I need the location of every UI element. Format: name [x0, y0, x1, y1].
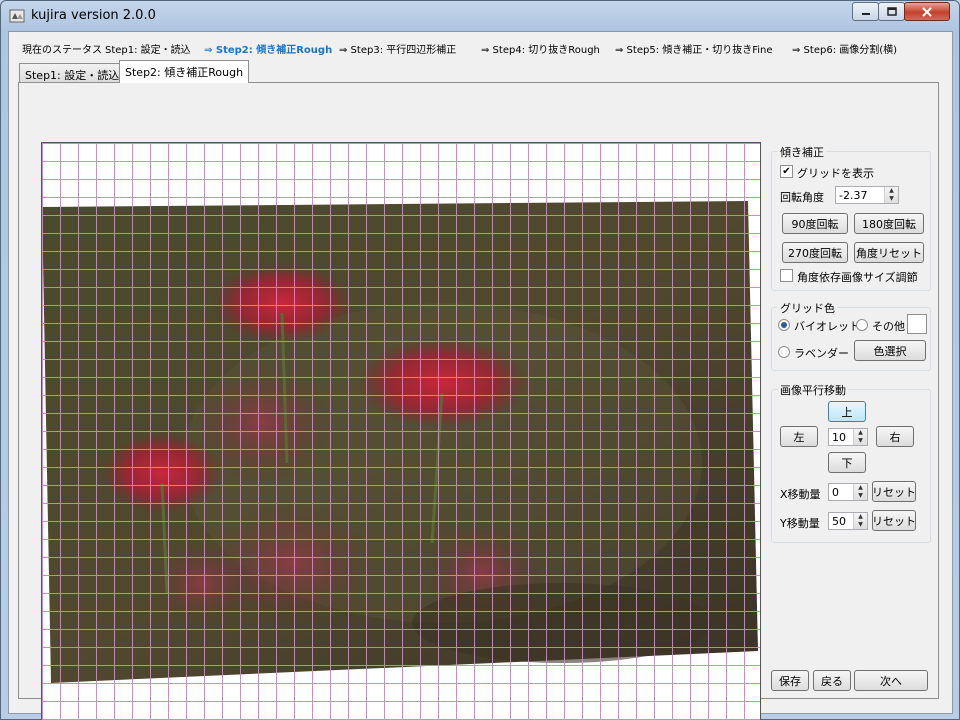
violet-radio[interactable] [778, 319, 790, 331]
angle-reset-button[interactable]: 角度リセット [854, 242, 924, 263]
status-step-1: Step1: 設定・読込 [105, 45, 191, 56]
tab-panel-step2: 傾き補正 ✔ グリッドを表示 回転角度 -2.37 ▲ ▼ 90度回転 180度回… [18, 82, 939, 720]
resize-checkbox[interactable] [780, 269, 793, 282]
save-button[interactable]: 保存 [771, 670, 809, 691]
rotate-90-button[interactable]: 90度回転 [782, 213, 848, 234]
back-button[interactable]: 戻る [813, 670, 851, 691]
color-swatch [907, 314, 927, 334]
x-spin-arrows[interactable]: ▲ ▼ [853, 484, 867, 500]
status-step-2-current: ⇒ Step2: 傾き補正Rough [204, 45, 333, 56]
client-area: 現在のステータス Step1: 設定・読込 ⇒ Step2: 傾き補正Rough… [8, 31, 953, 720]
app-window: kujira version 2.0.0 現在のステータス Step1: 設定・… [0, 0, 960, 720]
image-canvas[interactable] [41, 142, 761, 720]
other-radio[interactable] [856, 319, 868, 331]
close-button[interactable] [904, 2, 950, 21]
angle-label: 回転角度 [780, 191, 824, 204]
y-move-label: Y移動量 [780, 517, 820, 530]
minimize-icon [861, 12, 870, 15]
window-title: kujira version 2.0.0 [31, 8, 156, 23]
y-reset-button[interactable]: リセット [872, 510, 916, 531]
maximize-button[interactable] [878, 2, 905, 21]
step-spin-arrows[interactable]: ▲ ▼ [853, 429, 867, 445]
x-move-spinner[interactable]: 0 ▲ ▼ [828, 483, 868, 501]
grid-color-group: グリッド色 バイオレット その他 ラベンダー 色選択 [771, 300, 931, 371]
step-spinner[interactable]: 10 ▲ ▼ [828, 428, 868, 446]
title-bar[interactable]: kujira version 2.0.0 [1, 1, 959, 31]
lavender-label[interactable]: ラベンダー [794, 345, 849, 361]
violet-label[interactable]: バイオレット [794, 318, 860, 334]
status-step-4: ⇒ Step4: 切り抜きRough [481, 45, 600, 56]
other-label[interactable]: その他 [872, 318, 905, 334]
tab-step2[interactable]: Step2: 傾き補正Rough [119, 60, 250, 83]
x-reset-button[interactable]: リセット [872, 481, 916, 502]
next-button[interactable]: 次へ [854, 670, 928, 691]
tab-step1[interactable]: Step1: 設定・読込 [19, 63, 126, 83]
rotate-180-button[interactable]: 180度回転 [854, 213, 924, 234]
choose-color-button[interactable]: 色選択 [854, 340, 926, 361]
move-down-button[interactable]: 下 [828, 452, 866, 473]
move-right-button[interactable]: 右 [876, 426, 914, 447]
tilt-group: 傾き補正 ✔ グリッドを表示 回転角度 -2.37 ▲ ▼ 90度回転 180度回… [771, 144, 931, 291]
grid-overlay [42, 143, 760, 720]
show-grid-checkbox[interactable]: ✔ [780, 165, 793, 178]
move-up-button[interactable]: 上 [828, 401, 866, 422]
status-step-6: ⇒ Step6: 画像分割(横) [792, 45, 898, 56]
status-step-3: ⇒ Step3: 平行四辺形補正 [339, 45, 457, 56]
x-move-label: X移動量 [780, 488, 821, 501]
maximize-icon [886, 7, 897, 16]
y-move-spinner[interactable]: 50 ▲ ▼ [828, 512, 868, 530]
translate-legend: 画像平行移動 [778, 382, 848, 398]
resize-label[interactable]: 角度依存画像サイズ調節 [797, 269, 918, 285]
close-icon [922, 6, 932, 17]
grid-color-legend: グリッド色 [778, 300, 837, 316]
tilt-legend: 傾き補正 [778, 144, 826, 160]
angle-value: -2.37 [839, 189, 868, 202]
move-left-button[interactable]: 左 [780, 426, 818, 447]
status-prefix: 現在のステータス [22, 45, 102, 56]
angle-spinner[interactable]: -2.37 ▲ ▼ [835, 186, 899, 204]
minimize-button[interactable] [852, 2, 879, 21]
step-value: 10 [832, 431, 846, 444]
translate-group: 画像平行移動 上 左 10 ▲ ▼ 右 下 X移動量 0 ▲ ▼ リセット Y移動量… [771, 382, 931, 543]
status-step-5: ⇒ Step5: 傾き補正・切り抜きFine [615, 45, 773, 56]
angle-spin-arrows[interactable]: ▲ ▼ [884, 187, 898, 203]
lavender-radio[interactable] [778, 346, 790, 358]
rotate-270-button[interactable]: 270度回転 [782, 242, 848, 263]
y-move-value: 50 [832, 515, 846, 528]
x-move-value: 0 [832, 486, 839, 499]
y-spin-arrows[interactable]: ▲ ▼ [853, 513, 867, 529]
show-grid-label[interactable]: グリッドを表示 [797, 165, 874, 181]
app-icon [9, 9, 25, 23]
